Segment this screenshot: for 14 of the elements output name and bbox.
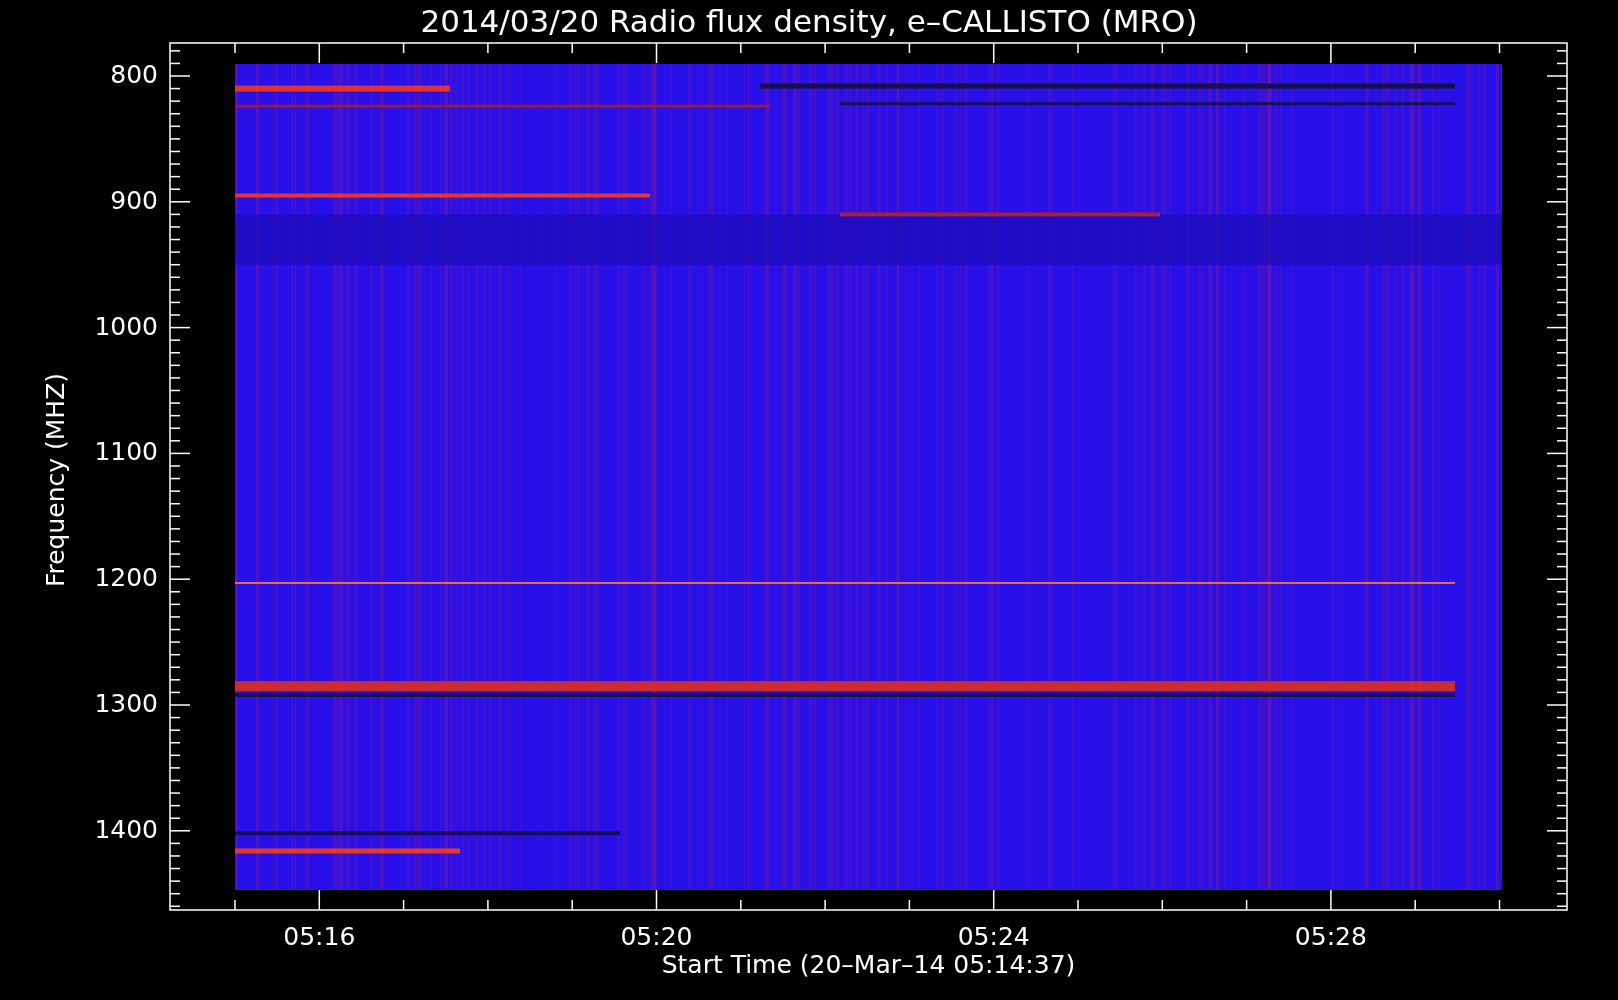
x-tick-label: 05:28 bbox=[1293, 922, 1368, 952]
chart-title: 2014/03/20 Radio flux density, e–CALLISTO (MRO) bbox=[420, 2, 1198, 40]
x-tick-label: 05:16 bbox=[282, 922, 357, 952]
x-tick-label: 05:20 bbox=[619, 922, 694, 952]
y-axis-title: Frequency (MHZ) bbox=[41, 372, 71, 588]
y-tick-label: 900 bbox=[109, 185, 158, 216]
y-tick-label: 800 bbox=[109, 60, 158, 90]
y-tick-label: 1400 bbox=[93, 814, 158, 845]
y-tick-label: 1100 bbox=[93, 437, 158, 468]
y-tick-label: 1000 bbox=[93, 311, 158, 342]
y-tick-label: 1300 bbox=[93, 689, 158, 719]
y-tick-label: 1200 bbox=[93, 563, 158, 594]
x-tick-label: 05:24 bbox=[956, 922, 1031, 952]
x-axis-title: Start Time (20–Mar–14 05:14:37) bbox=[661, 950, 1076, 980]
